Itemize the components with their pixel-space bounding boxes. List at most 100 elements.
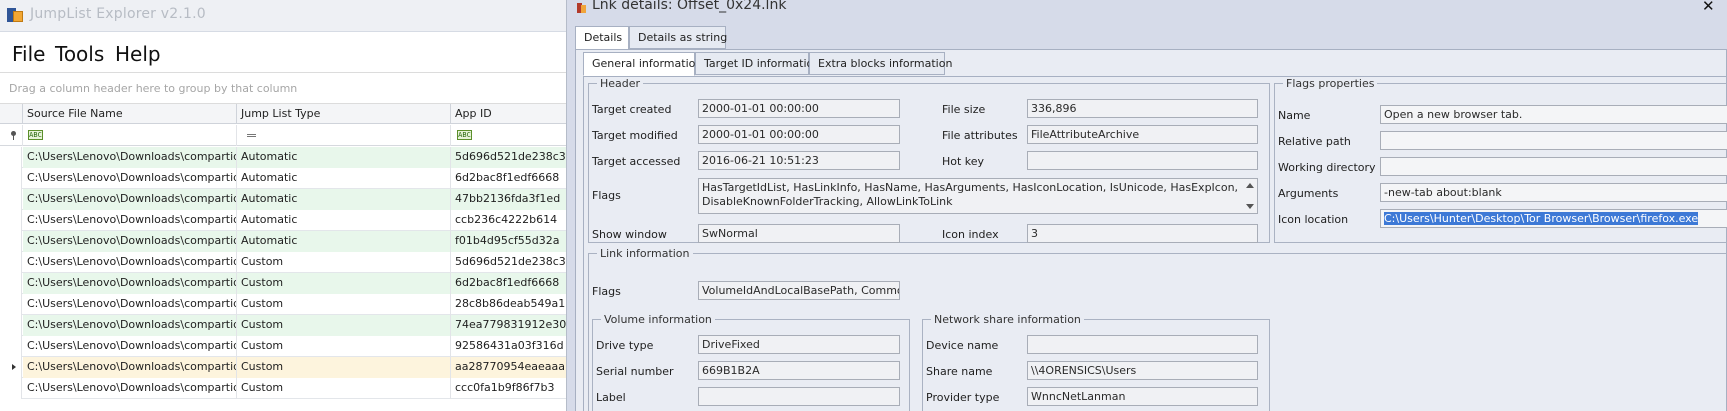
cell-app-id[interactable]: 5d696d521de238c3 [451, 147, 566, 168]
cell-app-id[interactable]: f01b4d95cf55d32a [451, 231, 566, 252]
name-field[interactable]: Open a new browser tab. [1380, 105, 1727, 124]
header-flags-field[interactable]: HasTargetIdList, HasLinkInfo, HasName, H… [698, 178, 1258, 214]
cell-source-file-name[interactable]: C:\Users\Lenovo\Downloads\compartida... [23, 231, 237, 252]
cell-source-file-name[interactable]: C:\Users\Lenovo\Downloads\compartida... [23, 357, 237, 378]
device-name-field[interactable] [1027, 335, 1258, 354]
cell-source-file-name[interactable]: C:\Users\Lenovo\Downloads\compartida... [23, 294, 237, 315]
cell-source-file-name[interactable]: C:\Users\Lenovo\Downloads\compartida... [23, 252, 237, 273]
cell-jump-list-type[interactable]: Custom [237, 357, 451, 378]
cell-jump-list-type[interactable]: Automatic [237, 147, 451, 168]
hot-key-field[interactable] [1027, 151, 1258, 170]
cell-source-file-name[interactable]: C:\Users\Lenovo\Downloads\compartida... [23, 378, 237, 399]
table-row[interactable]: C:\Users\Lenovo\Downloads\compartida... C… [0, 315, 566, 336]
column-header-app-id[interactable]: App ID [451, 104, 566, 124]
row-indicator[interactable] [0, 378, 22, 399]
menu-file[interactable]: File [12, 42, 45, 66]
filter-source-file-name[interactable]: ABC [23, 125, 237, 146]
row-indicator[interactable] [0, 189, 22, 210]
cell-jump-list-type[interactable]: Custom [237, 336, 451, 357]
relative-path-field[interactable] [1380, 131, 1727, 150]
cell-app-id[interactable]: ccb236c4222b614 [451, 210, 566, 231]
table-row[interactable]: C:\Users\Lenovo\Downloads\compartida... A… [0, 189, 566, 210]
provider-type-field[interactable]: WnncNetLanman [1027, 387, 1258, 406]
tab-general-information[interactable]: General information [583, 52, 702, 76]
arguments-field[interactable]: -new-tab about:blank [1380, 183, 1727, 202]
target-created-field[interactable]: 2000-01-01 00:00:00 [698, 99, 900, 118]
cell-app-id[interactable]: ccc0fa1b9f86f7b3 [451, 378, 566, 399]
cell-jump-list-type[interactable]: Custom [237, 252, 451, 273]
cell-jump-list-type[interactable]: Custom [237, 378, 451, 399]
table-row[interactable]: C:\Users\Lenovo\Downloads\compartida... C… [0, 336, 566, 357]
cell-source-file-name[interactable]: C:\Users\Lenovo\Downloads\compartida... [23, 189, 237, 210]
group-panel[interactable]: Drag a column header here to group by th… [0, 72, 566, 104]
cell-source-file-name[interactable]: C:\Users\Lenovo\Downloads\compartida... [23, 168, 237, 189]
cell-app-id[interactable]: aa28770954eaeaaa [451, 357, 566, 378]
cell-jump-list-type[interactable]: Automatic [237, 210, 451, 231]
serial-number-field[interactable]: 669B1B2A [698, 361, 900, 380]
link-flags-field[interactable]: VolumeIdAndLocalBasePath, CommonNetworkR… [698, 281, 900, 300]
menu-help[interactable]: Help [115, 42, 161, 66]
cell-jump-list-type[interactable]: Custom [237, 273, 451, 294]
cell-app-id[interactable]: 47bb2136fda3f1ed [451, 189, 566, 210]
cell-app-id[interactable]: 6d2bac8f1edf6668 [451, 168, 566, 189]
icon-index-field[interactable]: 3 [1027, 224, 1258, 243]
menu-tools[interactable]: Tools [55, 42, 104, 66]
cell-app-id[interactable]: 28c8b86deab549a1 [451, 294, 566, 315]
table-row[interactable]: C:\Users\Lenovo\Downloads\compartida... C… [0, 357, 566, 378]
scroll-up-icon[interactable] [1246, 183, 1254, 188]
tab-details[interactable]: Details [575, 26, 629, 50]
volume-label-field[interactable] [698, 387, 900, 406]
cell-source-file-name[interactable]: C:\Users\Lenovo\Downloads\compartida... [23, 336, 237, 357]
main-titlebar: JumpList Explorer v2.1.0 [0, 0, 566, 32]
cell-jump-list-type[interactable]: Custom [237, 315, 451, 336]
row-indicator[interactable] [0, 231, 22, 252]
cell-jump-list-type[interactable]: Custom [237, 294, 451, 315]
column-header-source-file-name[interactable]: Source File Name [23, 104, 237, 124]
table-row[interactable]: C:\Users\Lenovo\Downloads\compartida... C… [0, 294, 566, 315]
cell-source-file-name[interactable]: C:\Users\Lenovo\Downloads\compartida... [23, 315, 237, 336]
cell-app-id[interactable]: 74ea779831912e30 [451, 315, 566, 336]
tab-extra-blocks-information[interactable]: Extra blocks information [809, 52, 952, 75]
tab-details-as-string[interactable]: Details as string [629, 26, 727, 49]
table-row[interactable]: C:\Users\Lenovo\Downloads\compartida... A… [0, 147, 566, 168]
cell-source-file-name[interactable]: C:\Users\Lenovo\Downloads\compartida... [23, 210, 237, 231]
cell-jump-list-type[interactable]: Automatic [237, 189, 451, 210]
table-row[interactable]: C:\Users\Lenovo\Downloads\compartida... C… [0, 378, 566, 399]
row-indicator[interactable] [0, 336, 22, 357]
row-indicator[interactable] [0, 273, 22, 294]
close-icon[interactable]: ✕ [1702, 0, 1715, 15]
table-row[interactable]: C:\Users\Lenovo\Downloads\compartida... A… [0, 231, 566, 252]
row-indicator[interactable] [0, 315, 22, 336]
cell-app-id[interactable]: 5d696d521de238c3 [451, 252, 566, 273]
column-header-jump-list-type[interactable]: Jump List Type [237, 104, 451, 124]
target-modified-field[interactable]: 2000-01-01 00:00:00 [698, 125, 900, 144]
row-indicator[interactable] [0, 210, 22, 231]
filter-jump-list-type[interactable] [237, 125, 451, 146]
table-row[interactable]: C:\Users\Lenovo\Downloads\compartida... C… [0, 252, 566, 273]
share-name-field[interactable]: \\4ORENSICS\Users [1027, 361, 1258, 380]
icon-location-field[interactable]: C:\Users\Hunter\Desktop\Tor Browser\Brow… [1380, 209, 1727, 228]
table-row[interactable]: C:\Users\Lenovo\Downloads\compartida... C… [0, 273, 566, 294]
scroll-down-icon[interactable] [1246, 204, 1254, 209]
filter-app-id[interactable]: ABC [451, 125, 566, 146]
target-accessed-field[interactable]: 2016-06-21 10:51:23 [698, 151, 900, 170]
file-attributes-field[interactable]: FileAttributeArchive [1027, 125, 1258, 144]
row-indicator[interactable] [0, 147, 22, 168]
cell-app-id[interactable]: 92586431a03f316d [451, 336, 566, 357]
row-indicator[interactable] [0, 252, 22, 273]
tab-target-id-information[interactable]: Target ID information [695, 52, 820, 75]
file-size-field[interactable]: 336,896 [1027, 99, 1258, 118]
table-row[interactable]: C:\Users\Lenovo\Downloads\compartida... A… [0, 168, 566, 189]
working-directory-field[interactable] [1380, 157, 1727, 176]
row-indicator[interactable] [0, 357, 22, 378]
cell-source-file-name[interactable]: C:\Users\Lenovo\Downloads\compartida... [23, 273, 237, 294]
row-indicator[interactable] [0, 294, 22, 315]
drive-type-field[interactable]: DriveFixed [698, 335, 900, 354]
table-row[interactable]: C:\Users\Lenovo\Downloads\compartida... A… [0, 210, 566, 231]
row-indicator[interactable] [0, 168, 22, 189]
show-window-field[interactable]: SwNormal [698, 224, 900, 243]
cell-source-file-name[interactable]: C:\Users\Lenovo\Downloads\compartida... [23, 147, 237, 168]
cell-app-id[interactable]: 6d2bac8f1edf6668 [451, 273, 566, 294]
cell-jump-list-type[interactable]: Automatic [237, 168, 451, 189]
cell-jump-list-type[interactable]: Automatic [237, 231, 451, 252]
